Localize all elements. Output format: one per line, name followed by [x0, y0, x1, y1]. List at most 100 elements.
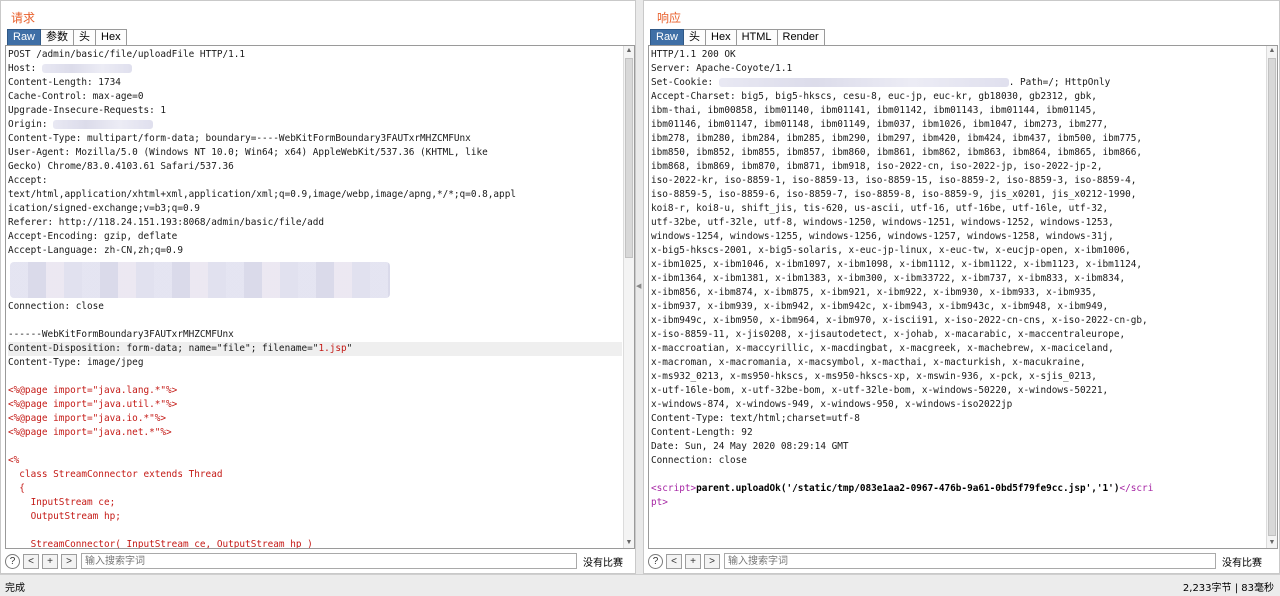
- code-line: Content-Length: 92: [651, 427, 753, 438]
- response-tabbar: Raw 头 Hex HTML Render: [650, 29, 825, 45]
- tab-request-2[interactable]: 头: [74, 29, 97, 45]
- request-search-bar: ? < + > 没有比赛: [5, 552, 633, 570]
- code-line: x-ibm856, x-ibm874, x-ibm875, x-ibm921, …: [651, 287, 1097, 298]
- scrollbar-thumb[interactable]: [1268, 58, 1276, 536]
- code-line: x-iso-8859-11, x-jis0208, x-jisautodetec…: [651, 329, 1126, 340]
- code-line: Upgrade-Insecure-Requests: 1: [8, 105, 167, 116]
- code-line: Host:: [8, 62, 622, 76]
- filename-quote: ": [346, 343, 353, 354]
- pane-divider[interactable]: ◀: [636, 0, 643, 574]
- help-icon[interactable]: ?: [648, 553, 663, 569]
- code-line: iso-8859-5, iso-8859-6, iso-8859-7, iso-…: [651, 189, 1137, 200]
- code-line: <%: [8, 455, 20, 466]
- code-line: ibm-thai, ibm00858, ibm01140, ibm01141, …: [651, 105, 1097, 116]
- code-line: utf-32be, utf-32le, utf-8, windows-1250,…: [651, 217, 1114, 228]
- prev-match-button[interactable]: <: [23, 553, 39, 569]
- tab-request-3[interactable]: Hex: [96, 29, 127, 45]
- code-line: x-ibm949c, x-ibm950, x-ibm964, x-ibm970,…: [651, 315, 1148, 326]
- tab-request-0[interactable]: Raw: [7, 29, 42, 45]
- code-line: ibm278, ibm280, ibm284, ibm285, ibm290, …: [651, 133, 1143, 144]
- request-raw-text[interactable]: POST /admin/basic/file/uploadFile HTTP/1…: [8, 48, 622, 549]
- code-line: Content-Type: text/html;charset=utf-8: [651, 413, 860, 424]
- add-button[interactable]: +: [42, 553, 58, 569]
- request-scrollbar[interactable]: ▲ ▼: [623, 46, 634, 548]
- tab-response-0[interactable]: Raw: [650, 29, 685, 45]
- code-line: Set-Cookie: . Path=/; HttpOnly: [651, 77, 1111, 88]
- code-line: StreamConnector( InputStream ce, OutputS…: [8, 539, 313, 549]
- prev-match-button[interactable]: <: [666, 553, 682, 569]
- code-line: ibm868, ibm869, ibm870, ibm871, ibm918, …: [651, 161, 1103, 172]
- code-line: windows-1254, windows-1255, windows-1256…: [651, 231, 1114, 242]
- code-line: <%@page import="java.util.*"%>: [8, 399, 178, 410]
- response-raw-text[interactable]: HTTP/1.1 200 OK Server: Apache-Coyote/1.1…: [651, 48, 1265, 510]
- code-line: ibm01146, ibm01147, ibm01148, ibm01149, …: [651, 119, 1109, 130]
- next-match-button[interactable]: >: [61, 553, 77, 569]
- code-line: Gecko) Chrome/83.0.4103.61 Safari/537.36: [8, 161, 234, 172]
- code-line: Date: Sun, 24 May 2020 08:29:14 GMT: [651, 441, 849, 452]
- script-close-tag: </scri: [1119, 483, 1154, 494]
- code-line: {: [8, 483, 25, 494]
- code-line: x-windows-874, x-windows-949, x-windows-…: [651, 399, 1013, 410]
- tab-response-2[interactable]: Hex: [706, 29, 737, 45]
- code-line: x-utf-16le-bom, x-utf-32be-bom, x-utf-32…: [651, 385, 1109, 396]
- tab-response-3[interactable]: HTML: [736, 29, 778, 45]
- add-button[interactable]: +: [685, 553, 701, 569]
- help-icon[interactable]: ?: [5, 553, 20, 569]
- response-search-input[interactable]: [724, 553, 1216, 569]
- scroll-up-icon[interactable]: ▲: [1267, 46, 1277, 56]
- next-match-button[interactable]: >: [704, 553, 720, 569]
- code-line: Content-Type: multipart/form-data; bound…: [8, 133, 471, 144]
- code-line: Accept-Encoding: gzip, deflate: [8, 231, 178, 242]
- scrollbar-thumb[interactable]: [625, 58, 633, 258]
- collapse-arrow-icon[interactable]: ◀: [636, 282, 642, 292]
- request-pane: 请求 Raw 参数头 Hex POST /admin/basic/file/uplo…: [0, 0, 636, 574]
- code-line: OutputStream hp;: [8, 511, 121, 522]
- code-line: Cache-Control: max-age=0: [8, 91, 144, 102]
- status-bar: 完成 2,233字节 | 83毫秒: [0, 574, 1280, 596]
- code-line: ------WebKitFormBoundary3FAUTxrMHZCMFUnx: [8, 329, 234, 340]
- response-scrollbar[interactable]: ▲ ▼: [1266, 46, 1277, 548]
- code-line: POST /admin/basic/file/uploadFile HTTP/1…: [8, 49, 246, 60]
- response-search-bar: ? < + > 没有比赛: [648, 552, 1276, 570]
- request-tabbar: Raw 参数头 Hex: [7, 29, 127, 45]
- request-search-input[interactable]: [81, 553, 577, 569]
- scroll-down-icon[interactable]: ▼: [624, 538, 634, 548]
- code-line: Accept:: [8, 175, 48, 186]
- status-text: 完成: [5, 583, 25, 594]
- code-line: text/html,application/xhtml+xml,applicat…: [8, 189, 516, 200]
- code-line: class StreamConnector extends Thread: [8, 469, 223, 480]
- code-line: <%@page import="java.net.*"%>: [8, 427, 172, 438]
- code-line: Connection: close: [651, 455, 747, 466]
- code-line: InputStream ce;: [8, 497, 116, 508]
- redacted-headers: [10, 262, 390, 298]
- tab-response-1[interactable]: 头: [684, 29, 707, 45]
- code-line: Content-Length: 1734: [8, 77, 121, 88]
- code-line: Content-Type: image/jpeg: [8, 357, 144, 368]
- filename-value: 1.jsp: [318, 343, 347, 354]
- response-title: 响应: [657, 11, 682, 25]
- code-line: x-ibm937, x-ibm939, x-ibm942, x-ibm942c,…: [651, 301, 1109, 312]
- code-line: x-ibm1364, x-ibm1381, x-ibm1383, x-ibm30…: [651, 273, 1126, 284]
- request-editor[interactable]: POST /admin/basic/file/uploadFile HTTP/1…: [5, 45, 635, 549]
- code-line: koi8-r, koi8-u, shift_jis, tis-620, us-a…: [651, 203, 1109, 214]
- scroll-down-icon[interactable]: ▼: [1267, 538, 1277, 548]
- tab-request-1[interactable]: 参数: [41, 29, 75, 45]
- scroll-up-icon[interactable]: ▲: [624, 46, 634, 56]
- redacted-cookie: [718, 78, 1009, 87]
- redacted-value: [53, 120, 154, 129]
- response-editor[interactable]: HTTP/1.1 200 OK Server: Apache-Coyote/1.1…: [648, 45, 1278, 549]
- code-line: ibm850, ibm852, ibm855, ibm857, ibm860, …: [651, 147, 1143, 158]
- code-line: Server: Apache-Coyote/1.1: [651, 63, 793, 74]
- request-title: 请求: [11, 11, 36, 25]
- code-line: Accept-Language: zh-CN,zh;q=0.9: [8, 245, 183, 256]
- code-line: User-Agent: Mozilla/5.0 (Windows NT 10.0…: [8, 147, 488, 158]
- code-line: x-maccroatian, x-maccyrillic, x-macdingb…: [651, 343, 1114, 354]
- response-size-time: 2,233字节 | 83毫秒: [1182, 583, 1274, 594]
- script-body: parent.uploadOk('/static/tmp/083e1aa2-09…: [696, 483, 1120, 494]
- code-line: x-ms932_0213, x-ms950-hkscs, x-ms950-hks…: [651, 371, 1097, 382]
- tab-response-4[interactable]: Render: [777, 29, 825, 45]
